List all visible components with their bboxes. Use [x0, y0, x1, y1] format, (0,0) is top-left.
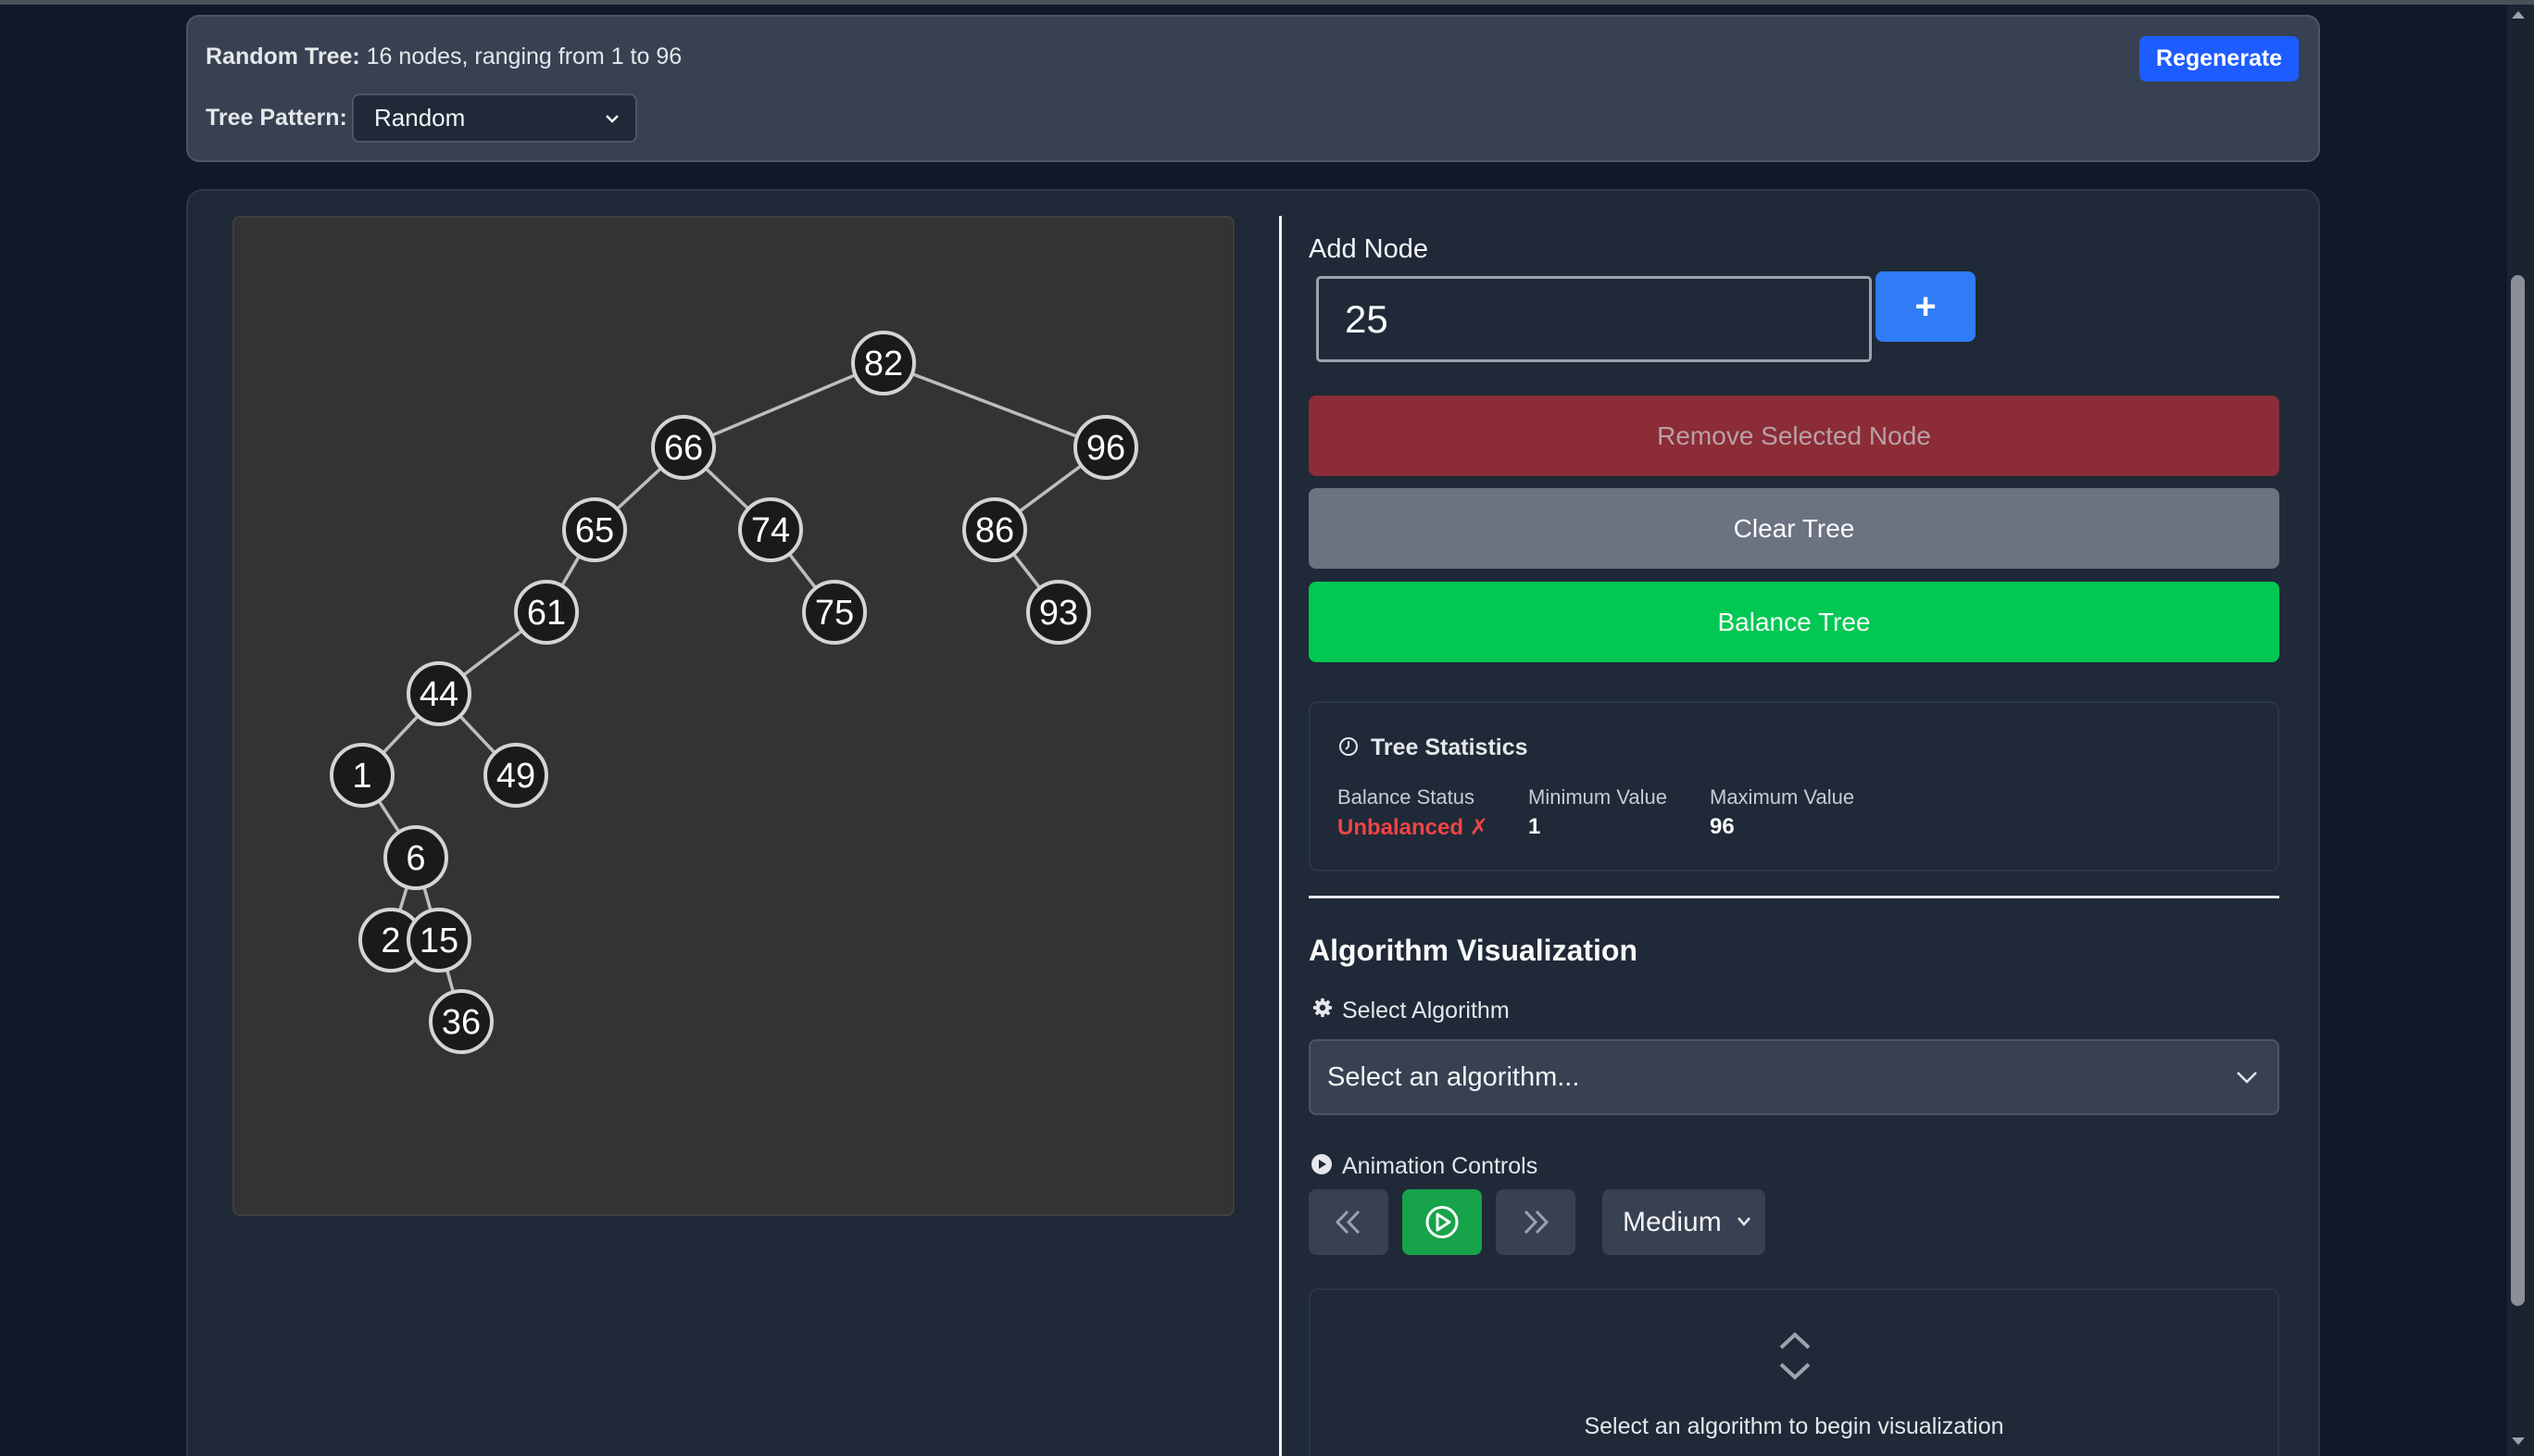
- tree-node[interactable]: 86: [962, 497, 1027, 562]
- svg-text:66: 66: [664, 429, 703, 468]
- select-algorithm-label: Select Algorithm: [1309, 998, 1510, 1024]
- chevrons-up-down-icon: [1779, 1332, 1811, 1380]
- random-tree-info: Random Tree: 16 nodes, ranging from 1 to…: [206, 44, 682, 70]
- app-root: Random Tree: 16 nodes, ranging from 1 to…: [0, 0, 2534, 1456]
- tree-node[interactable]: 66: [651, 415, 716, 480]
- tree-canvas[interactable]: 82 66 96 65 74 86 61 75 93 44 1 49 6 2 1…: [232, 216, 1235, 1216]
- animation-controls-label-text: Animation Controls: [1342, 1153, 1538, 1179]
- balance-status-value: Unbalanced ✗: [1337, 815, 1488, 840]
- svg-text:1: 1: [352, 757, 371, 796]
- svg-text:65: 65: [575, 511, 614, 550]
- scroll-down-arrow-icon[interactable]: [2510, 1436, 2527, 1447]
- tree-nodes: 82 66 96 65 74 86 61 75 93 44 1 49 6 2 1…: [330, 331, 1138, 1054]
- section-divider: [1309, 896, 2279, 898]
- add-node-input[interactable]: 25: [1316, 276, 1872, 362]
- svg-text:15: 15: [420, 922, 458, 960]
- clock-icon: [1339, 737, 1358, 756]
- tree-pattern-select[interactable]: Random: [352, 94, 637, 143]
- add-node-button[interactable]: +: [1875, 271, 1976, 342]
- play-button[interactable]: [1402, 1189, 1482, 1255]
- play-circle-icon: [1425, 1206, 1459, 1238]
- svg-text:6: 6: [406, 839, 425, 878]
- tree-node[interactable]: 6: [383, 825, 448, 890]
- random-tree-label: Random Tree:: [206, 44, 360, 69]
- minimum-value: 1: [1528, 814, 1541, 839]
- regenerate-button[interactable]: Regenerate: [2139, 36, 2299, 82]
- column-divider: [1279, 216, 1282, 1456]
- window-top-border: [0, 0, 2534, 5]
- algorithm-select-placeholder: Select an algorithm...: [1327, 1062, 1580, 1092]
- tree-node[interactable]: 15: [407, 908, 471, 973]
- algorithm-select[interactable]: Select an algorithm...: [1309, 1039, 2279, 1115]
- svg-text:49: 49: [496, 757, 535, 796]
- tree-node[interactable]: 75: [802, 580, 867, 645]
- tree-node[interactable]: 1: [330, 743, 395, 808]
- clear-tree-button[interactable]: Clear Tree: [1309, 488, 2279, 569]
- balance-tree-button[interactable]: Balance Tree: [1309, 582, 2279, 662]
- tree-node[interactable]: 44: [407, 661, 471, 726]
- chevron-down-icon: [1737, 1217, 1750, 1226]
- tree-node[interactable]: 61: [514, 580, 579, 645]
- svg-text:96: 96: [1086, 429, 1125, 468]
- svg-text:36: 36: [442, 1003, 481, 1042]
- gear-icon: [1312, 998, 1333, 1018]
- tree-node[interactable]: 36: [429, 989, 494, 1054]
- speed-select-value: Medium: [1623, 1207, 1722, 1237]
- svg-text:2: 2: [381, 922, 400, 960]
- chevron-down-icon: [606, 115, 619, 123]
- visualization-empty-message: Select an algorithm to begin visualizati…: [1584, 1413, 2004, 1439]
- step-forward-button[interactable]: [1496, 1189, 1575, 1255]
- svg-text:61: 61: [527, 594, 566, 633]
- scroll-up-arrow-icon[interactable]: [2510, 9, 2527, 20]
- minimum-value-label: Minimum Value: [1528, 785, 1667, 809]
- chevron-down-icon: [2237, 1072, 2257, 1084]
- add-node-label: Add Node: [1309, 234, 1428, 264]
- speed-select[interactable]: Medium: [1602, 1189, 1765, 1255]
- play-circle-icon: [1311, 1154, 1332, 1174]
- svg-text:44: 44: [420, 675, 458, 714]
- tree-edge: [683, 361, 884, 449]
- step-back-button[interactable]: [1309, 1189, 1388, 1255]
- tree-statistics-title: Tree Statistics: [1337, 734, 1528, 761]
- select-algorithm-label-text: Select Algorithm: [1342, 998, 1510, 1023]
- tree-edge: [883, 361, 1107, 449]
- random-tree-description: 16 nodes, ranging from 1 to 96: [366, 44, 683, 69]
- tree-node[interactable]: 65: [562, 497, 627, 562]
- tree-pattern-value: Random: [374, 104, 466, 132]
- svg-text:93: 93: [1039, 594, 1078, 633]
- svg-text:75: 75: [815, 594, 854, 633]
- tree-node[interactable]: 49: [483, 743, 548, 808]
- tree-node[interactable]: 96: [1073, 415, 1138, 480]
- tree-node[interactable]: 82: [851, 331, 916, 395]
- chevrons-right-icon: [1524, 1210, 1549, 1235]
- tree-svg: 82 66 96 65 74 86 61 75 93 44 1 49 6 2 1…: [330, 331, 1138, 1054]
- tree-node[interactable]: 74: [738, 497, 803, 562]
- balance-status-label: Balance Status: [1337, 785, 1474, 809]
- remove-selected-node-button[interactable]: Remove Selected Node: [1309, 395, 2279, 476]
- svg-text:74: 74: [751, 511, 790, 550]
- scrollbar-thumb[interactable]: [2511, 275, 2525, 1306]
- maximum-value-label: Maximum Value: [1710, 785, 1855, 809]
- maximum-value: 96: [1710, 814, 1735, 839]
- tree-pattern-label: Tree Pattern:: [206, 105, 347, 131]
- animation-controls-label: Animation Controls: [1309, 1153, 1537, 1180]
- algorithm-visualization-title: Algorithm Visualization: [1309, 934, 1637, 967]
- tree-node[interactable]: 93: [1026, 580, 1091, 645]
- svg-text:86: 86: [975, 511, 1014, 550]
- tree-edges: [360, 361, 1108, 1023]
- chevrons-left-icon: [1335, 1210, 1361, 1235]
- svg-text:82: 82: [864, 345, 903, 383]
- tree-statistics-title-text: Tree Statistics: [1371, 734, 1528, 760]
